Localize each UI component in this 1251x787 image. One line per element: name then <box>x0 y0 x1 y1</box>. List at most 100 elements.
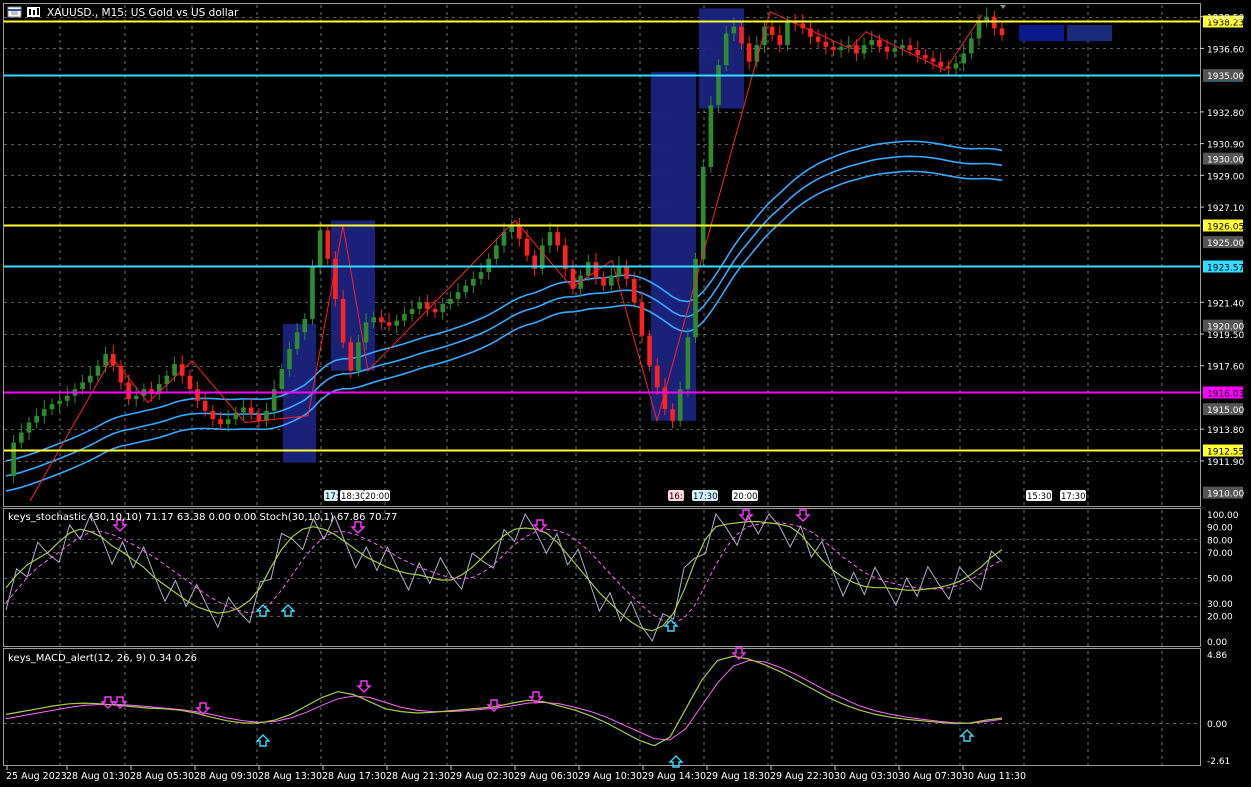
stoch-level-label: 20.00 <box>1207 613 1233 623</box>
price-label: 1932.80 <box>1207 109 1244 119</box>
level-price-label: 1923.57 <box>1207 264 1244 274</box>
round-price-label: 1930.00 <box>1207 156 1244 166</box>
candle-body <box>892 48 898 52</box>
session-tag-label: 16:1 <box>669 492 688 502</box>
candle-body <box>685 337 691 390</box>
candle-body <box>279 369 285 390</box>
candle-body <box>133 395 139 400</box>
candle-body <box>654 365 660 388</box>
session-tag-label: 20:00 <box>733 492 758 502</box>
candle-body <box>938 61 944 67</box>
stoch-level-label: 70.00 <box>1207 549 1233 559</box>
candle-body <box>601 277 606 286</box>
candle-body <box>555 232 560 246</box>
candle-body <box>907 45 913 51</box>
time-label: 29 Aug 14:30 <box>642 771 706 782</box>
candle-body <box>310 267 315 319</box>
candle-body <box>340 298 346 343</box>
candle-body <box>241 407 246 413</box>
candle-body <box>26 422 32 433</box>
candle-body <box>708 105 714 167</box>
candle-body <box>42 409 47 416</box>
candle-body <box>294 332 300 350</box>
stoch-level-label: 50.00 <box>1207 575 1233 585</box>
candle-body <box>608 275 614 286</box>
candle-body <box>884 46 890 52</box>
session-tag-label: 17: <box>325 492 339 502</box>
candle-body <box>95 365 101 376</box>
candle-body <box>225 419 231 425</box>
candle-body <box>731 26 737 34</box>
round-price-label: 1915.00 <box>1207 406 1244 416</box>
chart-canvas[interactable]: 1938.231935.001926.051923.571916.031912.… <box>0 0 1251 783</box>
price-label: 1913.80 <box>1207 426 1244 436</box>
candle-body <box>562 245 568 269</box>
candle-body <box>287 349 292 370</box>
candle-body <box>785 21 790 46</box>
mt5-chart-window[interactable]: 1938.231935.001926.051923.571916.031912.… <box>0 0 1251 783</box>
candle-body <box>348 342 354 371</box>
candle-body <box>218 419 223 425</box>
time-label: 29 Aug 22:30 <box>770 771 834 782</box>
candle-body <box>846 45 852 47</box>
stoch-panel-title: keys_stochastic (30,10,10) 71.17 63.38 0… <box>8 512 397 523</box>
candle-body <box>900 45 905 49</box>
candle-body <box>677 389 683 421</box>
candle-body <box>371 317 377 323</box>
candle-body <box>379 317 384 323</box>
candle-body <box>700 166 706 259</box>
candle-body <box>256 414 262 421</box>
price-label: 1930.90 <box>1207 141 1244 151</box>
time-label: 29 Aug 02:30 <box>450 771 514 782</box>
level-price-label: 1912.55 <box>1207 448 1244 458</box>
candle-body <box>624 265 629 279</box>
candle-body <box>877 40 882 47</box>
candle-body <box>869 40 875 46</box>
candle-body <box>693 258 698 338</box>
candle-body <box>540 245 545 269</box>
time-label: 29 Aug 10:30 <box>578 771 642 782</box>
candle-body <box>777 35 783 46</box>
candle-body <box>838 46 844 51</box>
time-label: 25 Aug 2023 <box>6 771 67 782</box>
round-price-label: 1910.00 <box>1207 490 1244 500</box>
session-tag-label: 20:00 <box>365 492 390 502</box>
time-label: 28 Aug 05:30 <box>130 771 194 782</box>
stoch-level-label: 90.00 <box>1207 524 1233 534</box>
candle-body <box>647 335 652 366</box>
candle-body <box>432 308 438 313</box>
candle-body <box>463 285 468 293</box>
candle-body <box>363 322 369 343</box>
candle-body <box>471 278 476 286</box>
candle-body <box>831 46 836 51</box>
candle-body <box>478 272 484 279</box>
time-label: 28 Aug 17:30 <box>322 771 386 782</box>
candle-body <box>317 230 323 268</box>
chart-window-icon[interactable] <box>7 6 22 18</box>
chart-type-icon[interactable] <box>27 7 40 17</box>
stoch-level-label: 0.00 <box>1207 638 1227 648</box>
candle-body <box>923 55 928 59</box>
candle-body <box>585 262 591 276</box>
candle-body <box>80 382 85 390</box>
price-label: 1929.00 <box>1207 172 1244 182</box>
one-click-sell-button[interactable] <box>1019 25 1064 41</box>
time-label: 28 Aug 01:30 <box>66 771 130 782</box>
session-box <box>699 8 744 109</box>
candle-body <box>110 354 116 366</box>
time-label: 30 Aug 03:30 <box>834 771 898 782</box>
round-price-label: 1935.00 <box>1207 72 1244 82</box>
candle-body <box>861 45 867 54</box>
stoch-level-label: 100.00 <box>1207 511 1239 521</box>
candle-body <box>746 43 752 62</box>
candle-body <box>723 33 729 66</box>
candle-body <box>854 45 859 54</box>
candle-body <box>57 400 62 405</box>
session-tag-label: 15:30 <box>1027 492 1052 502</box>
candle-body <box>969 38 974 54</box>
chart-title: XAUUSD., M15: US Gold vs US dollar <box>47 7 239 19</box>
candle-body <box>524 238 530 256</box>
one-click-buy-button[interactable] <box>1067 25 1112 41</box>
candle-body <box>87 375 93 383</box>
stoch-level-label: 30.00 <box>1207 600 1233 610</box>
